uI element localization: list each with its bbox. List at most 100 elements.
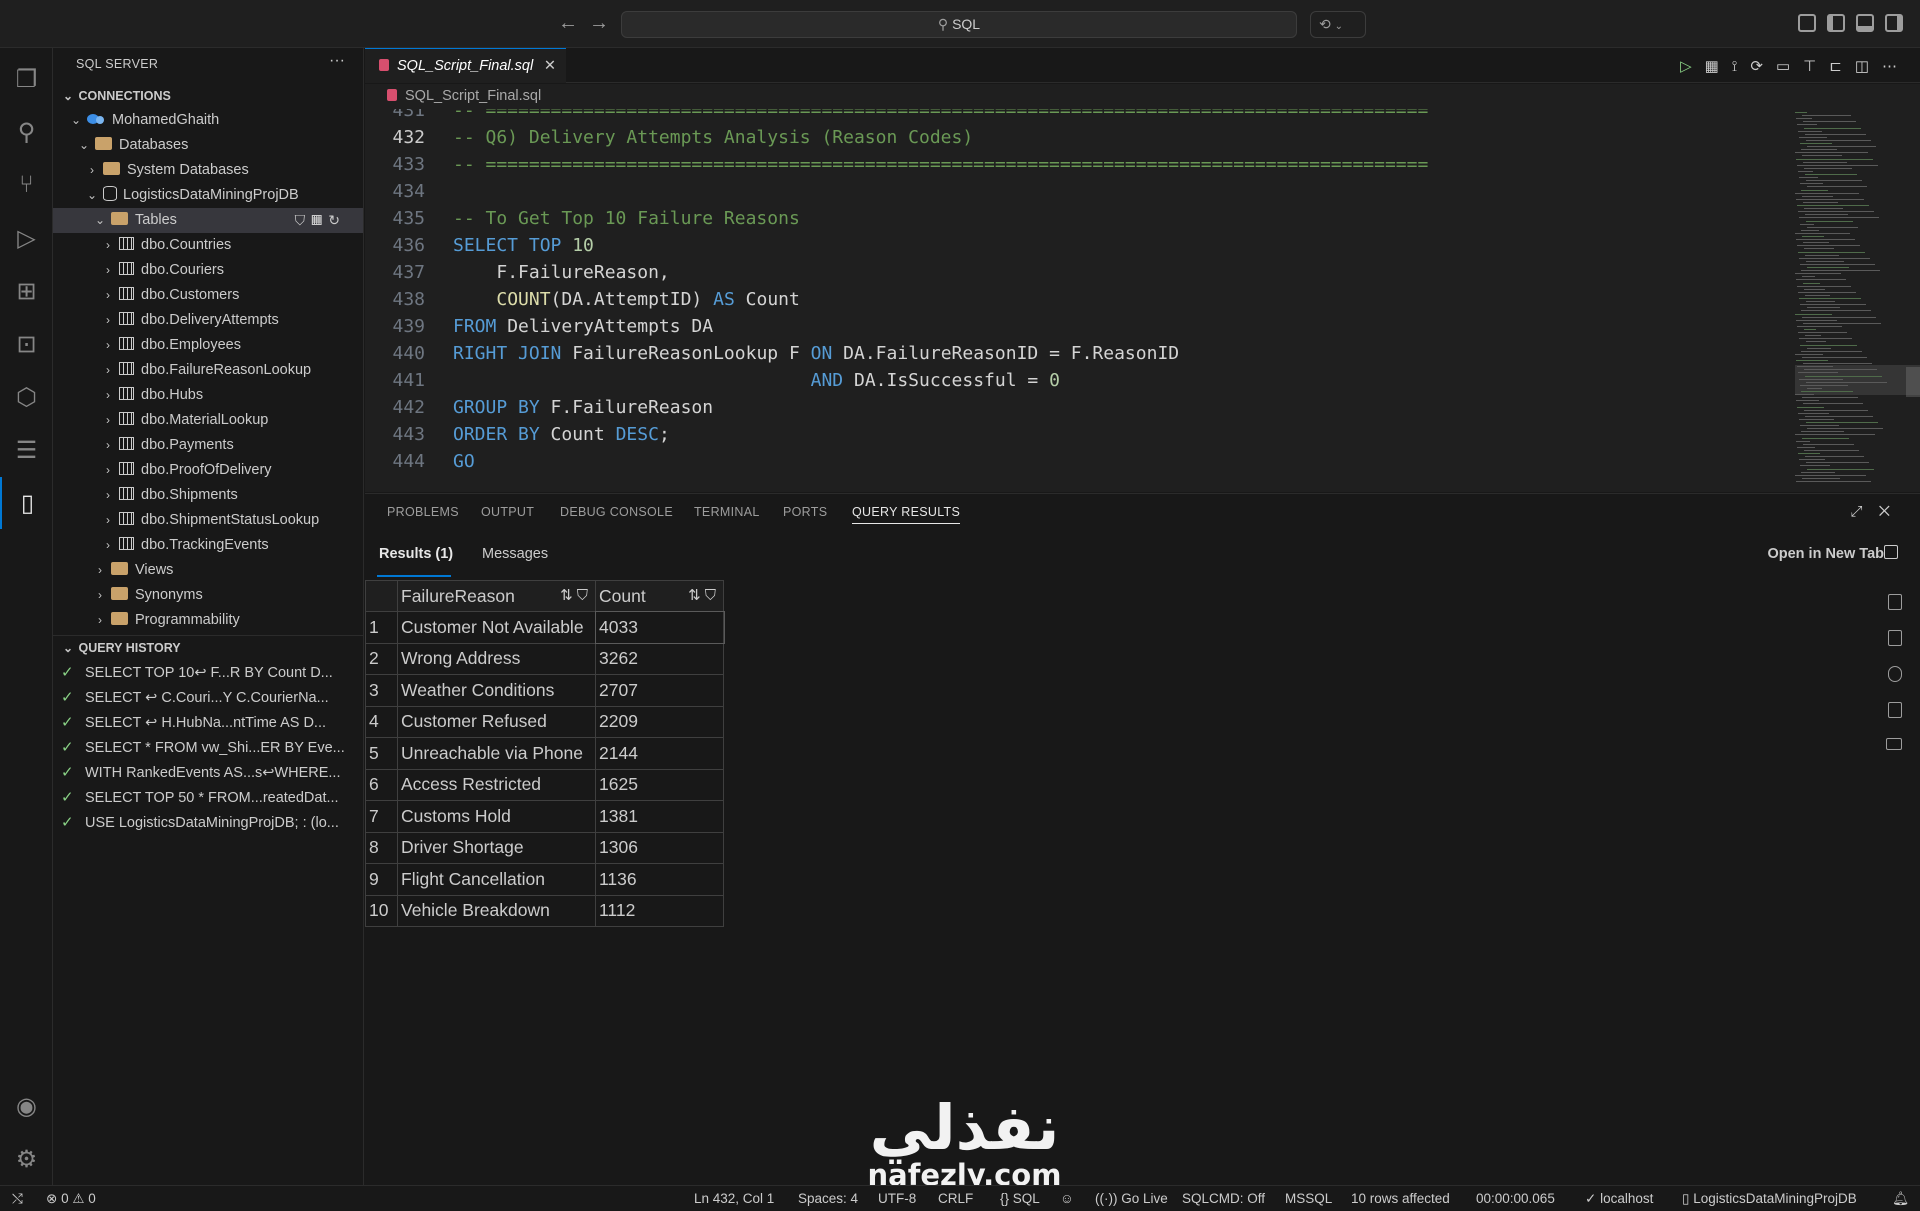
maximize-panel-icon[interactable]: ⤢ — [1851, 503, 1879, 520]
tree-item-database[interactable]: ⌄ LogisticsDataMiningProjDB — [53, 183, 363, 208]
row-number-cell[interactable]: 5 — [365, 737, 398, 770]
run-query-icon[interactable]: ▷ — [1680, 58, 1705, 75]
count-cell[interactable]: 3262 — [595, 642, 724, 675]
count-cell[interactable]: 1112 — [595, 894, 724, 927]
go-live-button[interactable]: ((·)) Go Live — [1095, 1186, 1168, 1211]
tab-terminal[interactable]: TERMINAL — [694, 505, 760, 519]
count-cell[interactable]: 2209 — [595, 705, 724, 738]
tree-item-tables[interactable]: ⌄ Tables ⛉▦↻ — [53, 208, 363, 233]
table-row[interactable]: 3 Weather Conditions 2707 — [365, 674, 724, 707]
table-row[interactable]: 8 Driver Shortage 1306 — [365, 831, 724, 864]
problems-indicator[interactable]: ⊗ 0 ⚠ 0 — [46, 1186, 96, 1211]
tree-item-table[interactable]: › dbo.Payments — [53, 433, 363, 458]
breadcrumb-file[interactable]: SQL_Script_Final.sql — [405, 88, 541, 104]
results-grid[interactable]: FailureReason ⇅⛉ Count ⇅⛉ 1 Customer Not … — [365, 580, 725, 927]
failurereason-cell[interactable]: Vehicle Breakdown — [397, 894, 596, 927]
query-history-item[interactable]: ✓ SELECT TOP 50 * FROM...reatedDat... — [53, 785, 363, 810]
count-cell[interactable]: 4033 — [594, 610, 725, 644]
table-row[interactable]: 5 Unreachable via Phone 2144 — [365, 737, 724, 770]
failurereason-cell[interactable]: Weather Conditions — [397, 674, 596, 707]
extensions-icon[interactable]: ⊞ — [0, 265, 53, 317]
close-panel-icon[interactable]: ✕ — [1879, 503, 1906, 520]
failurereason-cell[interactable]: Customer Not Available — [397, 611, 596, 644]
tab-output[interactable]: OUTPUT — [481, 505, 534, 519]
tree-item-table[interactable]: › dbo.Customers — [53, 283, 363, 308]
failurereason-cell[interactable]: Wrong Address — [397, 642, 596, 675]
failurereason-cell[interactable]: Customs Hold — [397, 800, 596, 833]
row-number-cell[interactable]: 1 — [365, 611, 398, 644]
minimap[interactable] — [1785, 109, 1920, 492]
chart-results-icon[interactable] — [1886, 738, 1902, 750]
filter-icon[interactable]: ⛉ — [577, 587, 592, 604]
toggle-primary-sidebar-icon[interactable] — [1827, 14, 1845, 32]
tree-item-table[interactable]: › dbo.MaterialLookup — [53, 408, 363, 433]
toggle-panel-icon[interactable] — [1856, 14, 1874, 32]
copy-results-icon[interactable] — [1888, 702, 1902, 718]
row-number-cell[interactable]: 4 — [365, 705, 398, 738]
more-actions-icon[interactable]: ··· — [329, 52, 345, 70]
tree-item-table[interactable]: › dbo.Hubs — [53, 383, 363, 408]
split-editor-icon[interactable]: ◫ — [1855, 58, 1882, 75]
notifications-bell-icon[interactable]: 🔔︎ — [1892, 1186, 1909, 1211]
remote-indicator-icon[interactable]: ⤭ — [12, 1186, 23, 1211]
count-cell[interactable]: 1625 — [595, 768, 724, 801]
database-status[interactable]: ▯ LogisticsDataMiningProjDB — [1682, 1186, 1857, 1211]
table-row[interactable]: 1 Customer Not Available 4033 — [365, 610, 725, 644]
source-control-icon[interactable]: ⑂ — [0, 159, 53, 211]
change-connection-icon[interactable]: ⟳ — [1750, 58, 1776, 75]
query-history-item[interactable]: ✓ USE LogisticsDataMiningProjDB; : (lo... — [53, 810, 363, 835]
count-cell[interactable]: 2707 — [595, 674, 724, 707]
row-number-cell[interactable]: 6 — [365, 768, 398, 801]
tab-results[interactable]: Results (1) — [379, 546, 453, 562]
database-icon[interactable]: ▭ — [1776, 58, 1803, 75]
failurereason-cell[interactable]: Customer Refused — [397, 705, 596, 738]
language-mode[interactable]: {} SQL — [1000, 1186, 1040, 1211]
row-number-cell[interactable]: 3 — [365, 674, 398, 707]
query-history-item[interactable]: ✓ SELECT ↩ H.HubNa...ntTime AS D... — [53, 710, 363, 735]
filter-icon[interactable]: ⛉ — [705, 587, 720, 604]
search-icon[interactable]: ⚲ — [0, 106, 53, 158]
tab-query-results[interactable]: QUERY RESULTS — [852, 505, 961, 524]
diagram-icon[interactable]: ⊏ — [1829, 58, 1855, 75]
tree-item-table[interactable]: › dbo.Employees — [53, 333, 363, 358]
query-history-item[interactable]: ✓ SELECT ↩ C.Couri...Y C.CourierNa... — [53, 685, 363, 710]
failurereason-cell[interactable]: Flight Cancellation — [397, 863, 596, 896]
save-as-json-icon[interactable] — [1888, 666, 1902, 682]
remote-explorer-icon[interactable]: ⊡ — [0, 318, 53, 370]
row-number-cell[interactable]: 7 — [365, 800, 398, 833]
table-row[interactable]: 4 Customer Refused 2209 — [365, 705, 724, 738]
save-as-csv-icon[interactable] — [1888, 594, 1902, 610]
query-history-item[interactable]: ✓ WITH RankedEvents AS...s↩WHERE... — [53, 760, 363, 785]
sql-dialect[interactable]: MSSQL — [1285, 1186, 1332, 1211]
failurereason-cell[interactable]: Unreachable via Phone — [397, 737, 596, 770]
tree-item-server[interactable]: ⌄ MohamedGhaith — [53, 108, 363, 133]
failurereason-cell[interactable]: Driver Shortage — [397, 831, 596, 864]
database-projects-icon[interactable]: ⬡ — [0, 371, 53, 423]
tree-item-table[interactable]: › dbo.ShipmentStatusLookup — [53, 508, 363, 533]
cursor-position[interactable]: Ln 432, Col 1 — [694, 1186, 774, 1211]
customize-layout-icon[interactable] — [1798, 14, 1816, 32]
tree-item-table[interactable]: › dbo.FailureReasonLookup — [53, 358, 363, 383]
more-actions-icon[interactable]: ⋯ — [1882, 58, 1910, 75]
table-row[interactable]: 2 Wrong Address 3262 — [365, 642, 724, 675]
count-cell[interactable]: 1136 — [595, 863, 724, 896]
save-as-excel-icon[interactable] — [1888, 630, 1902, 646]
editor-scrollbar[interactable] — [1906, 367, 1920, 397]
tree-item-table[interactable]: › dbo.TrackingEvents — [53, 533, 363, 558]
tree-item-table[interactable]: › dbo.Couriers — [53, 258, 363, 283]
close-icon[interactable]: ✕ — [544, 49, 556, 83]
tab-debug-console[interactable]: DEBUG CONSOLE — [560, 505, 673, 519]
open-in-new-tab-button[interactable]: Open in New Tab — [1767, 546, 1884, 562]
tree-item-table[interactable]: › dbo.DeliveryAttempts — [53, 308, 363, 333]
toggle-secondary-sidebar-icon[interactable] — [1885, 14, 1903, 32]
tree-item-system-databases[interactable]: › System Databases — [53, 158, 363, 183]
row-number-cell[interactable]: 10 — [365, 894, 398, 927]
code-editor[interactable]: 431 -- ==================================… — [365, 109, 1920, 492]
copilot-status-icon[interactable]: ☺ — [1060, 1186, 1074, 1211]
tab-ports[interactable]: PORTS — [783, 505, 827, 519]
refresh-icon[interactable]: ↻ — [328, 212, 346, 228]
sort-icon[interactable]: ⇅ — [688, 587, 705, 604]
filter-icon[interactable]: ⛉ — [295, 212, 312, 228]
query-history-item[interactable]: ✓ SELECT * FROM vw_Shi...ER BY Eve... — [53, 735, 363, 760]
table-row[interactable]: 9 Flight Cancellation 1136 — [365, 863, 724, 896]
